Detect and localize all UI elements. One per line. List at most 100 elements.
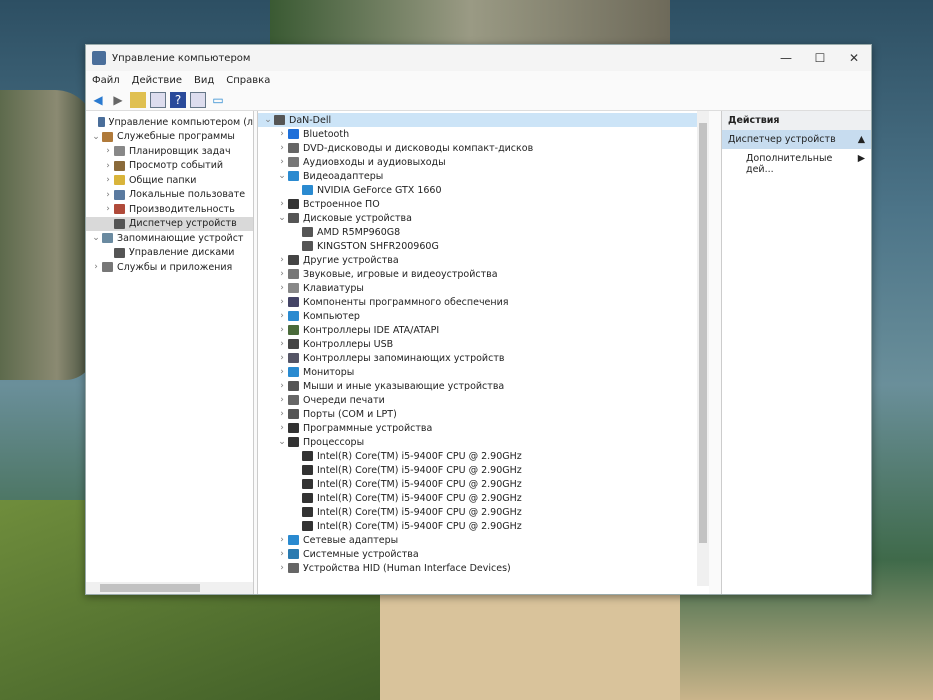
vertical-scrollbar[interactable]: [697, 111, 709, 586]
chevron-down-icon[interactable]: ⌄: [276, 437, 288, 447]
back-icon[interactable]: ◀: [90, 92, 106, 108]
menu-view[interactable]: Вид: [194, 75, 214, 86]
tree-item[interactable]: › Клавиатуры: [258, 281, 709, 295]
chevron-down-icon[interactable]: ⌄: [276, 213, 288, 223]
chevron-right-icon[interactable]: ›: [276, 157, 288, 167]
menu-help[interactable]: Справка: [226, 75, 270, 86]
chevron-right-icon[interactable]: ›: [276, 409, 288, 419]
tree-item[interactable]: › Bluetooth: [258, 127, 709, 141]
tree-item[interactable]: › Мыши и иные указывающие устройства: [258, 379, 709, 393]
tree-item[interactable]: KINGSTON SHFR200960G: [258, 239, 709, 253]
tree-item[interactable]: › Встроенное ПО: [258, 197, 709, 211]
title-bar[interactable]: Управление компьютером — ☐ ✕: [86, 45, 871, 71]
chevron-right-icon[interactable]: ›: [276, 325, 288, 335]
chevron-right-icon[interactable]: ›: [90, 262, 102, 272]
show-hide-tree-icon[interactable]: [150, 91, 166, 108]
tree-item[interactable]: › Очереди печати: [258, 393, 709, 407]
help-icon[interactable]: ?: [170, 91, 186, 108]
tree-item[interactable]: Intel(R) Core(TM) i5-9400F CPU @ 2.90GHz: [258, 519, 709, 533]
chevron-right-icon[interactable]: ›: [276, 367, 288, 377]
tree-item[interactable]: › Локальные пользовате: [86, 188, 253, 203]
tree-item[interactable]: ⌄ Видеоадаптеры: [258, 169, 709, 183]
tree-item[interactable]: › Просмотр событий: [86, 159, 253, 174]
chevron-right-icon[interactable]: ›: [276, 395, 288, 405]
tree-item[interactable]: › Производительность: [86, 202, 253, 217]
tree-item[interactable]: › Звуковые, игровые и видеоустройства: [258, 267, 709, 281]
tree-item[interactable]: › Порты (COM и LPT): [258, 407, 709, 421]
menu-action[interactable]: Действие: [132, 75, 182, 86]
chevron-right-icon[interactable]: ›: [276, 311, 288, 321]
chevron-right-icon[interactable]: ›: [102, 161, 114, 171]
tree-item[interactable]: › Мониторы: [258, 365, 709, 379]
tree-item[interactable]: NVIDIA GeForce GTX 1660: [258, 183, 709, 197]
tree-item[interactable]: ⌄ Дисковые устройства: [258, 211, 709, 225]
chevron-right-icon[interactable]: ›: [276, 255, 288, 265]
chevron-right-icon[interactable]: ›: [276, 381, 288, 391]
chevron-down-icon[interactable]: ⌄: [276, 171, 288, 181]
tree-item[interactable]: Intel(R) Core(TM) i5-9400F CPU @ 2.90GHz: [258, 463, 709, 477]
chevron-right-icon[interactable]: ›: [276, 297, 288, 307]
actions-section-device-manager[interactable]: Диспетчер устройств ▲: [722, 130, 871, 149]
chevron-right-icon[interactable]: ›: [276, 199, 288, 209]
tree-item[interactable]: Диспетчер устройств: [86, 216, 253, 231]
tree-item[interactable]: › Общие папки: [86, 173, 253, 188]
minimize-button[interactable]: —: [769, 45, 803, 71]
tree-item[interactable]: › Системные устройства: [258, 547, 709, 561]
chevron-right-icon[interactable]: ›: [102, 204, 114, 214]
maximize-button[interactable]: ☐: [803, 45, 837, 71]
tree-item-label: Клавиатуры: [303, 282, 364, 294]
chevron-right-icon[interactable]: ›: [276, 563, 288, 573]
tree-item[interactable]: Intel(R) Core(TM) i5-9400F CPU @ 2.90GHz: [258, 477, 709, 491]
tree-item[interactable]: › Планировщик задач: [86, 144, 253, 159]
tree-item[interactable]: › Программные устройства: [258, 421, 709, 435]
properties-icon[interactable]: [190, 91, 206, 108]
chevron-right-icon[interactable]: ›: [276, 339, 288, 349]
tree-item[interactable]: ⌄ Служебные программы: [86, 130, 253, 145]
tree-item[interactable]: › DVD-дисководы и дисководы компакт-диско…: [258, 141, 709, 155]
monitor-icon[interactable]: ▭: [210, 92, 226, 108]
horizontal-scrollbar[interactable]: [86, 582, 253, 594]
tree-item-label: Встроенное ПО: [303, 198, 380, 210]
tree-item[interactable]: › Контроллеры запоминающих устройств: [258, 351, 709, 365]
chevron-right-icon[interactable]: ›: [276, 423, 288, 433]
tree-item[interactable]: › Контроллеры USB: [258, 337, 709, 351]
tree-item[interactable]: › Контроллеры IDE ATA/ATAPI: [258, 323, 709, 337]
tree-item[interactable]: Intel(R) Core(TM) i5-9400F CPU @ 2.90GHz: [258, 505, 709, 519]
tree-item[interactable]: › Службы и приложения: [86, 260, 253, 275]
tree-item[interactable]: ⌄ DaN-Dell: [258, 113, 709, 127]
tree-item[interactable]: › Сетевые адаптеры: [258, 533, 709, 547]
chevron-down-icon[interactable]: ⌄: [90, 233, 102, 243]
chevron-right-icon[interactable]: ›: [276, 269, 288, 279]
up-folder-icon[interactable]: [130, 91, 146, 108]
tree-item[interactable]: Intel(R) Core(TM) i5-9400F CPU @ 2.90GHz: [258, 449, 709, 463]
chevron-right-icon[interactable]: ›: [276, 353, 288, 363]
forward-icon[interactable]: ▶: [110, 92, 126, 108]
device-category-icon: [288, 563, 299, 573]
tree-item[interactable]: AMD R5MP960G8: [258, 225, 709, 239]
tree-item[interactable]: › Другие устройства: [258, 253, 709, 267]
tree-item[interactable]: › Компоненты программного обеспечения: [258, 295, 709, 309]
chevron-right-icon[interactable]: ›: [102, 175, 114, 185]
chevron-right-icon[interactable]: ›: [276, 535, 288, 545]
chevron-right-icon[interactable]: ›: [276, 143, 288, 153]
tree-item[interactable]: ⌄ Запоминающие устройст: [86, 231, 253, 246]
tree-item[interactable]: ⌄ Процессоры: [258, 435, 709, 449]
chevron-right-icon[interactable]: ›: [276, 283, 288, 293]
chevron-right-icon[interactable]: ›: [102, 190, 114, 200]
device-category-icon: [288, 143, 299, 153]
tree-item[interactable]: Управление компьютером (л: [86, 115, 253, 130]
chevron-right-icon[interactable]: ›: [276, 549, 288, 559]
menu-file[interactable]: Файл: [92, 75, 120, 86]
tree-item[interactable]: Intel(R) Core(TM) i5-9400F CPU @ 2.90GHz: [258, 491, 709, 505]
more-actions-item[interactable]: Дополнительные дей... ▶: [722, 149, 871, 179]
tree-item[interactable]: › Устройства HID (Human Interface Devices…: [258, 561, 709, 575]
tree-item[interactable]: Управление дисками: [86, 246, 253, 261]
tree-item[interactable]: › Компьютер: [258, 309, 709, 323]
close-button[interactable]: ✕: [837, 45, 871, 71]
tree-item[interactable]: › Аудиовходы и аудиовыходы: [258, 155, 709, 169]
collapse-up-icon[interactable]: ▲: [858, 134, 865, 145]
chevron-down-icon[interactable]: ⌄: [262, 115, 274, 125]
chevron-right-icon[interactable]: ›: [276, 129, 288, 139]
chevron-right-icon[interactable]: ›: [102, 146, 114, 156]
chevron-down-icon[interactable]: ⌄: [90, 132, 102, 142]
